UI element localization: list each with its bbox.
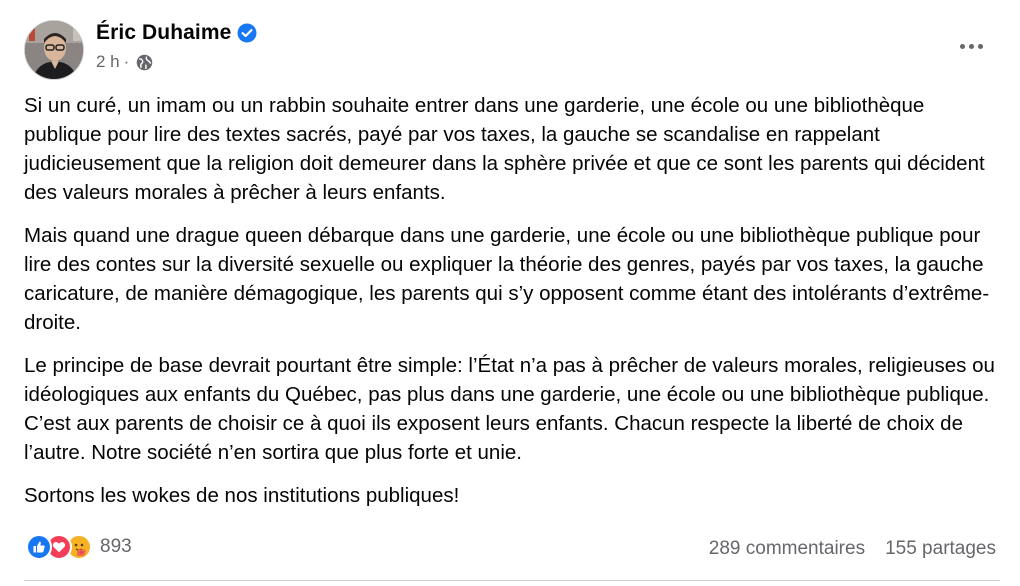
author-avatar[interactable] xyxy=(24,20,84,80)
globe-icon[interactable] xyxy=(136,54,153,71)
post-body: Si un curé, un imam ou un rabbin souhait… xyxy=(24,91,999,524)
post-paragraph: Sortons les wokes de nos institutions pu… xyxy=(24,484,460,507)
dot xyxy=(959,43,965,49)
verified-badge-icon xyxy=(237,23,257,43)
post-paragraph: Le principe de base devrait pourtant êtr… xyxy=(24,354,995,464)
post-meta: 2 h · xyxy=(96,52,153,72)
author-line: Éric Duhaime xyxy=(96,21,257,45)
reactions-summary[interactable]: 893 xyxy=(26,534,132,560)
engagement-stats: 289 commentaires 155 partages xyxy=(709,538,996,560)
post-paragraph: Mais quand une drague queen débarque dan… xyxy=(24,224,990,334)
post-paragraph: Si un curé, un imam ou un rabbin souhait… xyxy=(24,94,985,204)
dot xyxy=(968,43,974,49)
meta-separator: · xyxy=(123,52,130,71)
author-name[interactable]: Éric Duhaime xyxy=(96,21,231,45)
divider xyxy=(24,580,1000,581)
comments-count-link[interactable]: 289 commentaires xyxy=(709,538,865,560)
more-options-icon[interactable] xyxy=(956,36,986,56)
shares-count-link[interactable]: 155 partages xyxy=(885,538,996,560)
avatar-photo xyxy=(25,21,83,79)
like-reaction-icon xyxy=(26,534,52,560)
reaction-count: 893 xyxy=(100,536,132,557)
post-timestamp[interactable]: 2 h xyxy=(96,52,120,72)
dot xyxy=(977,43,983,49)
facebook-post: Éric Duhaime 2 h · Si un curé, un imam o… xyxy=(0,0,1020,586)
